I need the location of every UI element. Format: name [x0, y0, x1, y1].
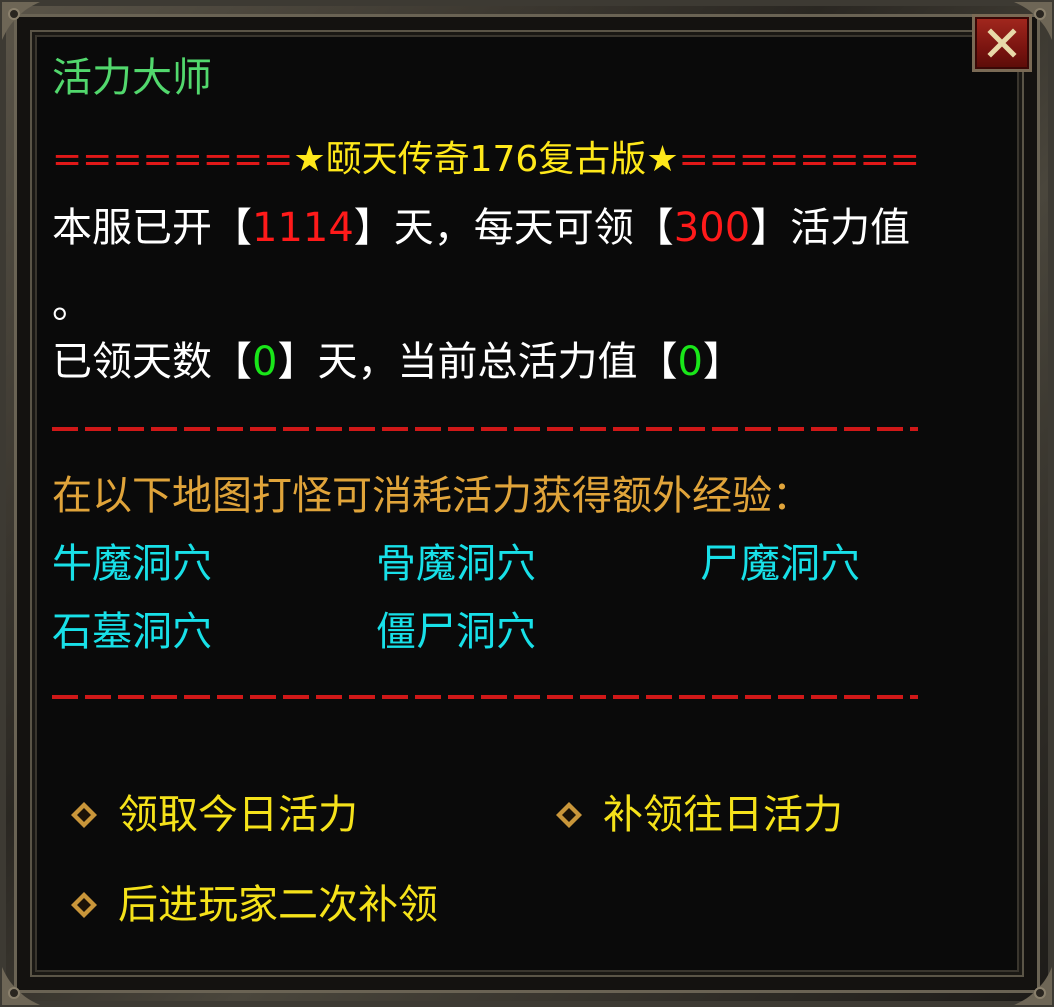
ornament-corner-icon: [1000, 953, 1054, 1007]
map-link-corpse-demon-cave[interactable]: 尸魔洞穴: [700, 540, 860, 588]
star-icon: ★: [646, 139, 679, 180]
open-mid: 】天，每天可领【: [353, 205, 674, 251]
map-link-bone-demon-cave[interactable]: 骨魔洞穴: [376, 540, 536, 588]
claimed-suffix: 】: [702, 339, 743, 385]
claim-past-label: 补领往日活力: [603, 792, 843, 838]
open-days-value: 1114: [252, 205, 354, 251]
close-button[interactable]: [972, 14, 1032, 72]
server-open-info: 本服已开【1114】天，每天可领【300】活力值: [52, 204, 910, 252]
section-divider: [52, 695, 918, 699]
close-x-icon: [987, 28, 1017, 58]
open-info-period: 。: [52, 281, 92, 327]
diamond-bullet-icon: [70, 801, 98, 829]
newcomer-reclaim-button[interactable]: 后进玩家二次补领: [70, 880, 490, 930]
claim-past-button[interactable]: 补领往日活力: [555, 790, 885, 840]
map-link-stone-tomb-cave[interactable]: 石墓洞穴: [52, 608, 212, 656]
open-suffix: 】活力值: [750, 205, 911, 251]
star-icon: ★: [293, 139, 326, 180]
banner-separator-left: ========: [52, 139, 294, 180]
claimed-days-value: 0: [252, 339, 278, 385]
diamond-bullet-icon: [70, 891, 98, 919]
claim-today-label: 领取今日活力: [118, 792, 358, 838]
claim-today-button[interactable]: 领取今日活力: [70, 790, 400, 840]
open-prefix: 本服已开【: [52, 205, 252, 251]
map-link-zombie-cave[interactable]: 僵尸洞穴: [376, 608, 536, 656]
section-divider: [52, 427, 918, 431]
claimed-mid: 】天，当前总活力值【: [277, 339, 678, 385]
vitality-master-dialog: 活力大师 ========★颐天传奇176复古版★======== 本服已开【1…: [0, 0, 1054, 1007]
map-link-bull-demon-cave[interactable]: 牛魔洞穴: [52, 540, 212, 588]
claimed-prefix: 已领天数【: [52, 339, 252, 385]
server-name: 颐天传奇176复古版: [325, 139, 647, 180]
ornament-corner-icon: [0, 953, 54, 1007]
claimed-info: 已领天数【0】天，当前总活力值【0】: [52, 338, 743, 386]
newcomer-reclaim-label: 后进玩家二次补领: [118, 882, 438, 928]
server-banner: ========★颐天传奇176复古版★========: [52, 136, 920, 184]
daily-points-value: 300: [673, 205, 751, 251]
banner-separator-right: ========: [678, 139, 920, 180]
panel-title: 活力大师: [52, 55, 212, 101]
diamond-bullet-icon: [555, 801, 583, 829]
ornament-corner-icon: [0, 0, 54, 54]
total-points-value: 0: [677, 339, 703, 385]
map-intro-text: 在以下地图打怪可消耗活力获得额外经验：: [52, 473, 812, 519]
